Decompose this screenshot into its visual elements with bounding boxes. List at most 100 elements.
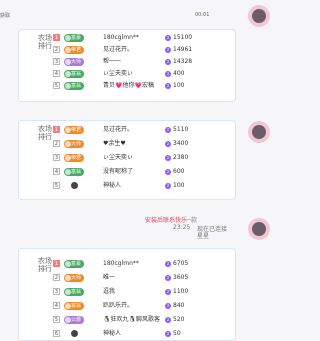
rank-badge: 5 xyxy=(53,182,60,189)
rank-badge: 1 xyxy=(53,34,60,41)
score: z 3605 xyxy=(165,274,189,281)
avatar xyxy=(248,218,270,240)
coin-icon: z xyxy=(165,183,171,189)
player-name: 神秘人 xyxy=(103,182,122,189)
rank-badge: 3 xyxy=(53,58,60,65)
score: z 520 xyxy=(165,316,185,323)
role-badge: 富豪 xyxy=(64,260,85,268)
rank-badge: 2 xyxy=(53,46,60,53)
table-row[interactable]: 4 富翁 没有昵称了 z 600 xyxy=(53,165,229,178)
coin-icon: z xyxy=(165,331,171,337)
rank-badge: 6 xyxy=(53,330,60,337)
top-label: 获取 xyxy=(0,13,11,19)
table-row[interactable]: 2 大师 唯一 z 3605 xyxy=(53,271,229,284)
role-badge: 大师 xyxy=(64,140,85,148)
score: z 100 xyxy=(165,182,185,189)
score: z 2380 xyxy=(165,154,189,161)
rank-badge: 4 xyxy=(53,302,60,309)
coin-icon: z xyxy=(165,155,171,161)
avatar xyxy=(248,121,270,143)
avatar xyxy=(248,5,270,27)
player-name: 唯一 xyxy=(103,274,116,281)
table-row[interactable]: 5 富翁 青贝💗他你💗宏稿 z 100 xyxy=(53,79,229,92)
coin-icon: z xyxy=(165,303,171,309)
role-badge: 富翁 xyxy=(64,288,85,296)
rank-badge: 4 xyxy=(53,70,60,77)
table-row[interactable]: 3 富翁 逗我 z 1100 xyxy=(53,285,229,298)
role-badge: 富翁 xyxy=(64,70,85,78)
coin-icon: z xyxy=(165,275,171,281)
score: z 50 xyxy=(165,330,181,337)
rank-badge: 1 xyxy=(53,126,60,133)
player-name: ぃ尘天奕ぃ xyxy=(103,154,134,161)
rank-badge: 5 xyxy=(53,82,60,89)
note-line-2: 一款 xyxy=(185,217,198,224)
coin-icon: z xyxy=(165,47,171,53)
farm-ranking-card-2: 农场 排行 1 帝君 见过花开。 z 5110 2 大师 ♥余生♥ z 3400 3 帝君 ぃ尘天奕… xyxy=(18,120,236,200)
player-name: 🐧狂欢九🐧聊风歌客 xyxy=(103,316,160,323)
rank-badge: 5 xyxy=(53,316,60,323)
score: z 840 xyxy=(165,302,185,309)
score: z 1100 xyxy=(165,288,189,295)
card-label: 农场 排行 xyxy=(38,125,52,141)
player-name: 神秘人 xyxy=(103,330,122,337)
role-badge: 富翁 xyxy=(64,168,85,176)
card-label: 农场 排行 xyxy=(38,257,52,273)
score: z 600 xyxy=(165,168,185,175)
mystery-icon xyxy=(71,330,78,337)
role-badge: 富翁 xyxy=(64,302,85,310)
player-name: 青贝💗他你💗宏稿 xyxy=(103,82,154,89)
role-badge: 富豪 xyxy=(64,34,85,42)
coin-icon: z xyxy=(165,35,171,41)
player-name: 没有昵称了 xyxy=(103,168,134,175)
role-badge: 帝君 xyxy=(64,46,85,54)
mystery-icon xyxy=(71,182,78,189)
role-badge: 帝君 xyxy=(64,126,85,134)
coin-icon: z xyxy=(165,169,171,175)
table-row[interactable]: 2 大师 ♥余生♥ z 3400 xyxy=(53,137,229,150)
score: z 100 xyxy=(165,82,185,89)
farm-ranking-card-1: 农场 排行 1 富豪 180cglmn** z 15100 2 帝君 见过花开。 z 14961… xyxy=(18,29,236,102)
table-row[interactable]: 1 帝君 见过花开。 z 5110 xyxy=(53,123,229,136)
coin-icon: z xyxy=(165,83,171,89)
role-badge: 帝君 xyxy=(64,154,85,162)
role-badge: 公爵 xyxy=(64,316,85,324)
top-time: 00:01 xyxy=(195,12,210,18)
note-line-5: 星星 xyxy=(197,233,210,240)
role-badge: 大师 xyxy=(64,274,85,282)
coin-icon: z xyxy=(165,317,171,323)
role-badge: 大师 xyxy=(64,58,85,66)
coin-icon: z xyxy=(165,59,171,65)
player-name: 180cglmn** xyxy=(103,260,139,267)
card-label: 农场 排行 xyxy=(38,34,52,50)
coin-icon: z xyxy=(165,289,171,295)
coin-icon: z xyxy=(165,71,171,77)
table-row[interactable]: 6 神秘人 z 50 xyxy=(53,327,229,340)
rank-badge: 3 xyxy=(53,154,60,161)
score: z 3400 xyxy=(165,140,189,147)
player-name: 趴趴乐开。 xyxy=(103,302,134,309)
table-row[interactable]: 1 富豪 180cglmn** z 6705 xyxy=(53,257,229,270)
score: z 5110 xyxy=(165,126,189,133)
rank-badge: 2 xyxy=(53,140,60,147)
rank-badge: 2 xyxy=(53,274,60,281)
player-name: 逗我 xyxy=(103,288,116,295)
note-line-1: 安装后联系快乐 xyxy=(145,217,188,224)
note-line-3: 23:25 xyxy=(173,224,191,231)
farm-ranking-card-3: 农场 排行 1 富豪 180cglmn** z 6705 2 大师 唯一 z 3605 3 富翁 逗… xyxy=(18,248,236,341)
table-row[interactable]: 5 公爵 🐧狂欢九🐧聊风歌客 z 520 xyxy=(53,313,229,326)
coin-icon: z xyxy=(165,261,171,267)
score: z 6705 xyxy=(165,260,189,267)
player-name: 见过花开。 xyxy=(103,126,134,133)
table-row[interactable]: 5 神秘人 z 100 xyxy=(53,179,229,192)
rank-badge: 4 xyxy=(53,168,60,175)
coin-icon: z xyxy=(165,127,171,133)
table-row[interactable]: 4 富翁 趴趴乐开。 z 840 xyxy=(53,299,229,312)
side-note-area: 安装后联系快乐 一款 23:25 现在已连接 星星 xyxy=(145,215,235,240)
player-name: ♥余生♥ xyxy=(103,140,126,147)
rank-badge: 3 xyxy=(53,288,60,295)
rank-badge: 1 xyxy=(53,260,60,267)
coin-icon: z xyxy=(165,141,171,147)
role-badge: 富翁 xyxy=(64,82,85,90)
table-row[interactable]: 3 帝君 ぃ尘天奕ぃ z 2380 xyxy=(53,151,229,164)
